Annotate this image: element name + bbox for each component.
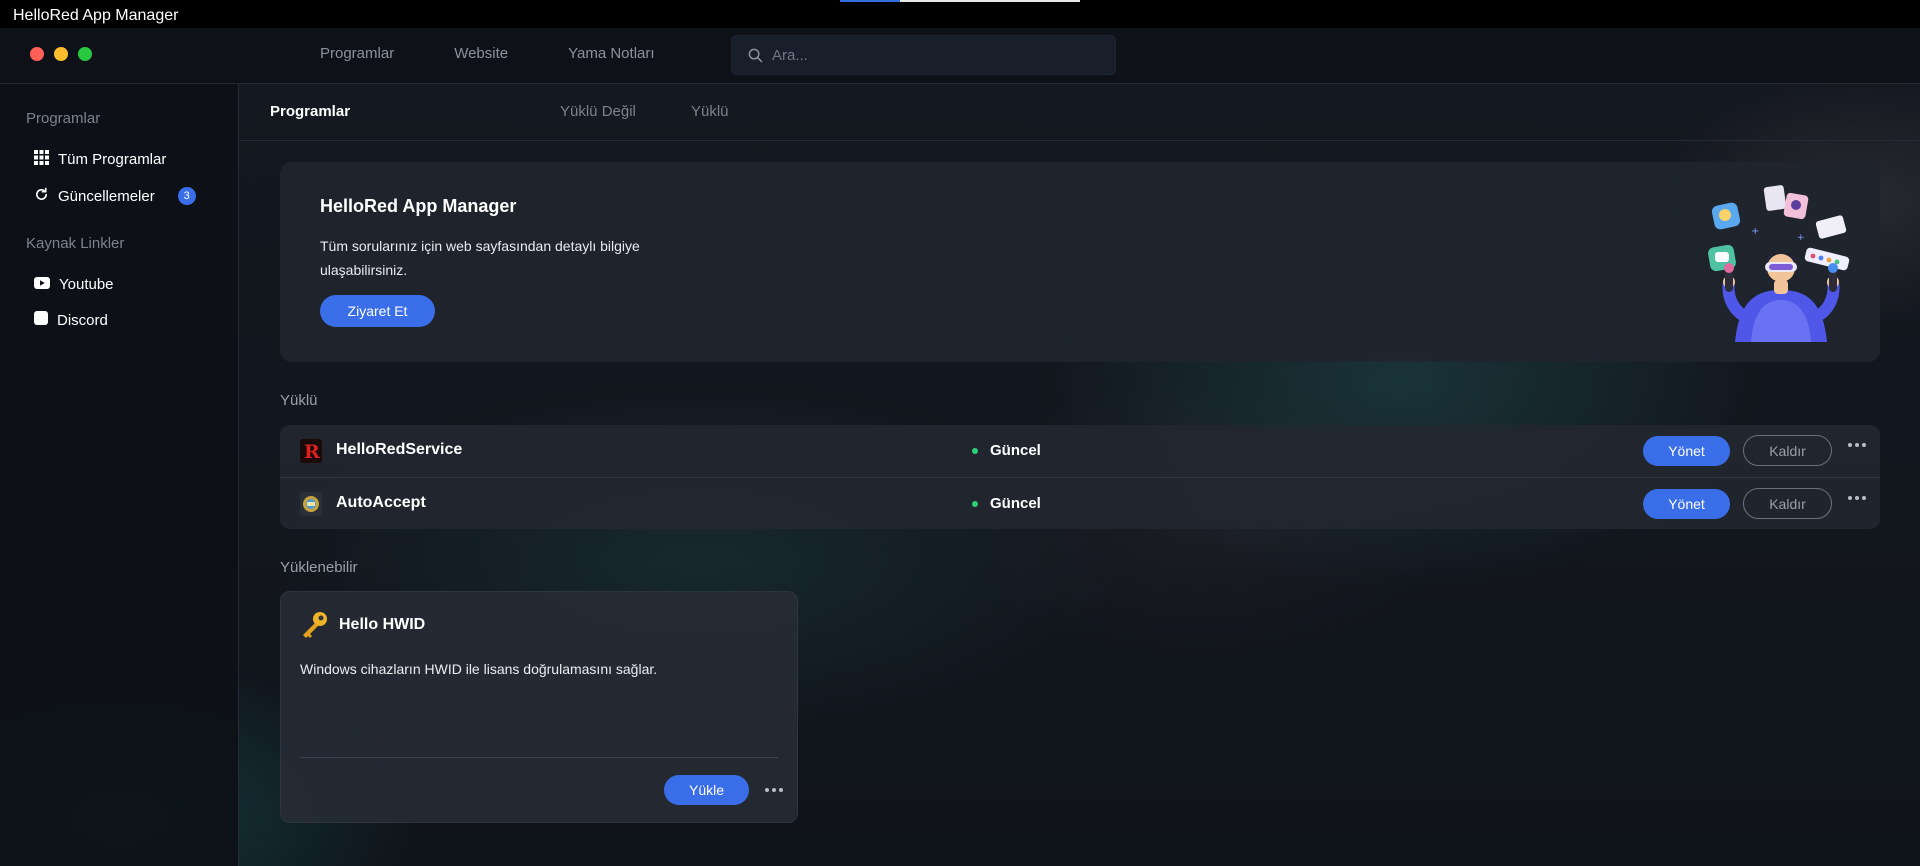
loading-progress-fill <box>840 0 900 2</box>
installed-apps-list: R HelloRedService Güncel Yönet Kaldır Au… <box>280 425 1880 529</box>
hero-banner: HelloRed App Manager Tüm sorularınız içi… <box>280 162 1880 362</box>
tab-yuklu-degil[interactable]: Yüklü Değil <box>560 103 636 120</box>
sidebar-item-tum-programlar[interactable]: Tüm Programlar <box>34 147 166 171</box>
discord-icon <box>34 311 48 329</box>
status-ok-icon <box>972 500 978 507</box>
tab-bar: Programlar Yüklü Değil Yüklü <box>240 84 1920 141</box>
loading-progress-bar <box>840 0 1080 2</box>
refresh-icon <box>34 187 49 206</box>
window-controls <box>30 47 92 61</box>
top-navigation: Programlar Website Yama Notları <box>0 28 1920 84</box>
installed-app-row: R HelloRedService Güncel Yönet Kaldır <box>280 425 1880 477</box>
sidebar: Programlar Tüm Programlar Güncellemeler … <box>0 84 239 866</box>
nav-link-yama-notlari[interactable]: Yama Notları <box>568 45 654 62</box>
sidebar-item-label: Tüm Programlar <box>58 150 167 168</box>
app-status: Güncel <box>972 495 1041 512</box>
app-name: AutoAccept <box>336 494 426 511</box>
nav-link-programlar[interactable]: Programlar <box>320 45 394 62</box>
svg-text:+: + <box>1797 233 1805 243</box>
search-input[interactable] <box>772 36 1102 74</box>
more-options-icon[interactable] <box>1848 496 1866 500</box>
app-name: Hello HWID <box>339 616 426 633</box>
nav-link-website[interactable]: Website <box>454 45 508 62</box>
minimize-window-button[interactable] <box>54 47 68 61</box>
updates-count-badge: 3 <box>177 187 196 205</box>
app-description: Windows cihazların HWID ile lisans doğru… <box>300 661 658 677</box>
uninstall-button[interactable]: Kaldır <box>1743 488 1832 519</box>
grid-icon <box>34 149 49 169</box>
youtube-icon <box>34 276 50 293</box>
tab-programlar[interactable]: Programlar <box>270 103 350 120</box>
status-ok-icon <box>972 447 978 454</box>
visit-website-button[interactable]: Ziyaret Et <box>320 295 435 327</box>
hero-illustration: + + <box>1705 182 1855 352</box>
sidebar-link-youtube[interactable]: Youtube <box>34 272 114 296</box>
manage-button[interactable]: Yönet <box>1643 489 1730 519</box>
search-box[interactable] <box>731 35 1116 75</box>
main-content: Programlar Yüklü Değil Yüklü HelloRed Ap… <box>240 84 1920 866</box>
sidebar-item-label: Güncellemeler <box>58 187 155 205</box>
card-divider <box>300 757 778 758</box>
sidebar-item-label: Discord <box>57 311 108 329</box>
svg-text:+: + <box>1751 226 1759 237</box>
app-name: HelloRedService <box>336 441 463 458</box>
hero-title: HelloRed App Manager <box>320 196 517 216</box>
installed-app-row: AutoAccept Güncel Yönet Kaldır <box>280 477 1880 529</box>
key-icon <box>299 610 329 645</box>
app-status-label: Güncel <box>990 442 1041 459</box>
manage-button[interactable]: Yönet <box>1643 436 1730 466</box>
install-button[interactable]: Yükle <box>664 775 749 805</box>
available-app-card: Hello HWID Windows cihazların HWID ile l… <box>280 591 798 823</box>
more-options-icon[interactable] <box>765 788 783 792</box>
close-window-button[interactable] <box>30 47 44 61</box>
maximize-window-button[interactable] <box>78 47 92 61</box>
window-titlebar: HelloRed App Manager <box>0 0 1920 28</box>
available-section-title: Yüklenebilir <box>280 559 358 576</box>
sidebar-item-guncellemeler[interactable]: Güncellemeler 3 <box>34 184 196 208</box>
app-status: Güncel <box>972 442 1041 459</box>
search-icon <box>748 48 763 68</box>
installed-section-title: Yüklü <box>280 392 318 409</box>
window-title: HelloRed App Manager <box>13 7 179 24</box>
autoaccept-app-icon <box>300 492 322 516</box>
sidebar-link-discord[interactable]: Discord <box>34 308 108 332</box>
uninstall-button[interactable]: Kaldır <box>1743 435 1832 466</box>
sidebar-section-kaynak-linkler: Kaynak Linkler <box>26 235 125 252</box>
hero-text: Tüm sorularınız için web sayfasından det… <box>320 238 640 278</box>
svg-text:R: R <box>304 441 320 463</box>
more-options-icon[interactable] <box>1848 443 1866 447</box>
hellored-app-icon: R <box>300 439 322 463</box>
sidebar-item-label: Youtube <box>59 275 114 293</box>
app-status-label: Güncel <box>990 495 1041 512</box>
top-nav-links: Programlar Website Yama Notları <box>320 45 655 62</box>
tab-yuklu[interactable]: Yüklü <box>691 103 729 120</box>
sidebar-section-programlar: Programlar <box>26 110 101 127</box>
